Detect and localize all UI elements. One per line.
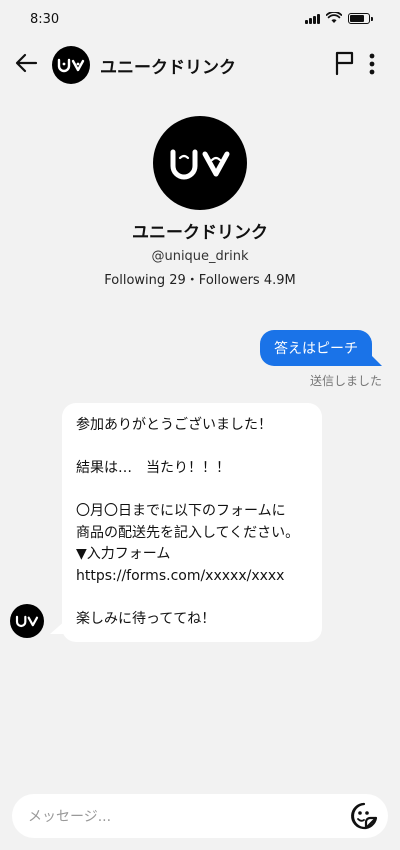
profile-avatar[interactable] <box>153 116 247 210</box>
status-time: 8:30 <box>30 12 60 27</box>
wifi-icon <box>326 12 342 23</box>
status-bar: 8:30 <box>0 0 400 40</box>
uv-logo-icon <box>15 615 39 628</box>
header-title[interactable]: ユニークドリンク <box>100 53 236 78</box>
more-vertical-icon[interactable] <box>367 52 377 76</box>
profile-card: ユニークドリンク @unique_drink Following 29・Foll… <box>0 116 400 288</box>
uv-logo-icon <box>57 58 85 73</box>
profile-stats: Following 29・Followers 4.9M <box>104 273 296 288</box>
sent-status: 送信しました <box>309 374 382 388</box>
message-composer <box>12 794 388 840</box>
outgoing-message[interactable]: 答えはピーチ <box>260 330 372 366</box>
status-icons <box>305 12 373 24</box>
chat-header: ユニークドリンク <box>0 40 400 88</box>
profile-handle: @unique_drink <box>151 249 249 264</box>
battery-icon <box>348 12 373 24</box>
profile-name: ユニークドリンク <box>132 223 268 243</box>
flag-icon[interactable] <box>334 50 356 76</box>
signal-icon <box>305 13 320 24</box>
message-input[interactable] <box>26 794 350 840</box>
sender-avatar[interactable] <box>10 604 44 638</box>
back-arrow-icon[interactable] <box>14 52 40 74</box>
incoming-message[interactable]: 参加ありがとうございました！ 結果は… 当たり！！！ 〇月〇日までに以下のフォー… <box>62 403 322 642</box>
uv-logo-icon <box>170 149 230 180</box>
header-avatar[interactable] <box>52 46 90 84</box>
sticker-icon[interactable] <box>350 802 378 830</box>
